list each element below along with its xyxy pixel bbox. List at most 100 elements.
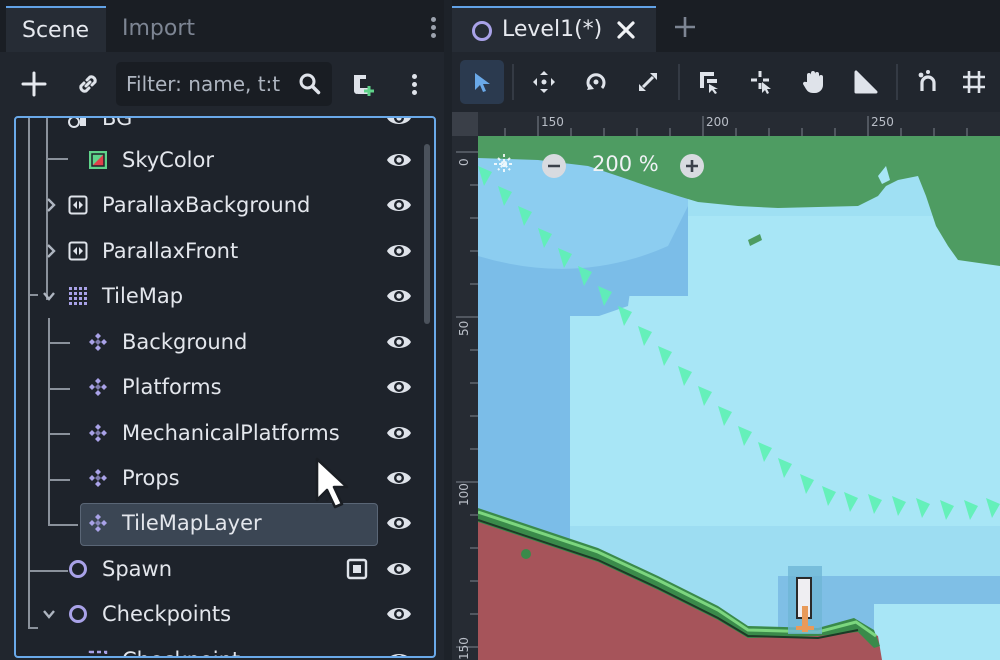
ruler-left-label: 150	[457, 637, 471, 660]
eye-icon[interactable]	[386, 512, 412, 534]
eye-icon[interactable]	[386, 116, 412, 129]
tree-row-props[interactable]: Props	[16, 456, 420, 501]
list-select-button[interactable]	[688, 60, 732, 104]
chevron-right-icon[interactable]	[44, 242, 58, 260]
rotate-tool-button[interactable]	[574, 60, 618, 104]
tree-row-label: MechanicalPlatforms	[122, 421, 340, 445]
move-tool-button[interactable]	[522, 60, 566, 104]
tree-row-checkpoint[interactable]: Checkpoint	[16, 638, 420, 658]
link-icon	[79, 75, 97, 93]
new-tab-plus-icon[interactable]	[674, 16, 696, 38]
zoom-level-label[interactable]: 200 %	[592, 152, 659, 176]
plus-icon	[21, 71, 47, 97]
toolbar-separator	[896, 64, 898, 100]
tree-row-label: ParallaxFront	[102, 239, 239, 263]
scene-more-menu-icon[interactable]	[394, 62, 434, 106]
chevron-down-icon[interactable]	[42, 287, 56, 305]
level-canvas	[478, 136, 1000, 660]
pivot-tool-button[interactable]	[740, 60, 784, 104]
pan-tool-button[interactable]	[792, 60, 836, 104]
pan-hand-icon	[802, 71, 823, 94]
tree-row-label: Platforms	[122, 375, 222, 399]
zoom-in-icon[interactable]	[680, 154, 704, 178]
add-node-button[interactable]	[14, 62, 54, 106]
tree-row-mechanicalplatforms[interactable]: MechanicalPlatforms	[16, 411, 420, 456]
tree-row-skycolor[interactable]: SkyColor	[16, 138, 420, 183]
chevron-right-icon[interactable]	[44, 196, 58, 214]
parallax-icon	[68, 241, 88, 261]
zoom-out-icon[interactable]	[542, 154, 566, 178]
tree-row-platforms[interactable]: Platforms	[16, 365, 420, 410]
chevron-down-icon[interactable]	[42, 605, 56, 623]
eye-icon[interactable]	[386, 149, 412, 171]
attach-script-button[interactable]	[342, 62, 382, 106]
tree-row-background[interactable]: Background	[16, 320, 420, 365]
select-tool-button[interactable]	[460, 60, 504, 104]
color-rect-icon	[89, 151, 107, 169]
scene-toolbar	[0, 52, 444, 116]
eye-icon[interactable]	[386, 467, 412, 489]
tree-row-parallaxbackground[interactable]: ParallaxBackground	[16, 183, 420, 228]
ruler-top-label: 200	[706, 115, 729, 129]
eye-icon[interactable]	[386, 422, 412, 444]
node-circle-icon	[69, 560, 87, 578]
tab-level1-label: Level1(*)	[502, 17, 603, 42]
tree-row-spawn[interactable]: Spawn	[16, 547, 420, 592]
smart-snap-button[interactable]	[906, 60, 950, 104]
mouse-cursor-icon	[315, 457, 349, 509]
eye-icon[interactable]	[386, 194, 412, 216]
canvas-toolbar	[452, 52, 1000, 112]
filter-input[interactable]	[126, 62, 296, 106]
eye-icon[interactable]	[386, 285, 412, 307]
dock-menu-icon[interactable]	[428, 14, 438, 42]
dock-tab-bar: Scene Import	[0, 0, 444, 52]
filter-box	[116, 62, 332, 106]
eye-icon[interactable]	[386, 240, 412, 262]
eye-icon[interactable]	[386, 649, 412, 658]
canvas-viewport[interactable]: 200 %	[478, 136, 1000, 660]
scene-tab-bar: Level1(*)	[452, 0, 1000, 52]
tab-level1[interactable]: Level1(*)	[452, 6, 656, 52]
ruler-top-label: 250	[871, 115, 894, 129]
eye-icon[interactable]	[386, 558, 412, 580]
tree-row-checkpoints[interactable]: Checkpoints	[16, 592, 420, 637]
editor-area: Level1(*) 150 200 250 0 50 100 150 200 %	[452, 0, 1000, 660]
eye-icon[interactable]	[386, 376, 412, 398]
close-icon[interactable]	[614, 18, 638, 42]
tilemap-layer-icon	[89, 514, 107, 532]
instantiate-scene-button[interactable]	[68, 62, 108, 106]
tree-scrollbar[interactable]	[424, 144, 430, 324]
tree-row-tilemaplayer[interactable]: TileMapLayer	[16, 501, 420, 546]
tree-row-tilemap[interactable]: TileMap	[16, 274, 420, 319]
rotate-icon	[586, 73, 606, 90]
tree-row-label: ParallaxBackground	[102, 193, 311, 217]
node2d-icon	[68, 118, 86, 128]
grid-snap-button[interactable]	[952, 60, 996, 104]
tilemap-layer-icon	[89, 333, 107, 351]
eye-icon[interactable]	[386, 603, 412, 625]
tilemap-layer-icon	[89, 469, 107, 487]
tree-row-label: Background	[122, 330, 248, 354]
scene-dock: Scene Import Filter: name, t:t BG SkyCol…	[0, 0, 444, 660]
toolbar-separator	[512, 64, 514, 100]
select-arrow-icon	[475, 73, 490, 92]
ruler-left: 0 50 100 150	[452, 136, 478, 660]
eye-icon[interactable]	[386, 331, 412, 353]
area-icon	[88, 650, 108, 656]
instance-icon[interactable]	[346, 558, 368, 580]
pivot-icon	[751, 71, 771, 94]
tree-row-parallaxfront[interactable]: ParallaxFront	[16, 229, 420, 274]
tab-scene[interactable]: Scene	[6, 6, 106, 52]
parallax-icon	[68, 195, 88, 215]
snap-magnet-icon	[918, 70, 936, 91]
ruler-left-label: 0	[457, 158, 471, 166]
ruler-top-label: 150	[541, 115, 564, 129]
grid-snap-icon	[963, 71, 985, 93]
ruler-tool-button[interactable]	[844, 60, 888, 104]
tree-row-label: Checkpoint	[122, 638, 240, 656]
scene-tree: BG SkyColor ParallaxBackground ParallaxF…	[14, 116, 436, 658]
scale-tool-button[interactable]	[626, 60, 670, 104]
tab-import[interactable]: Import	[106, 6, 216, 52]
tree-row-label: Props	[122, 466, 180, 490]
toolbar-separator	[678, 64, 680, 100]
